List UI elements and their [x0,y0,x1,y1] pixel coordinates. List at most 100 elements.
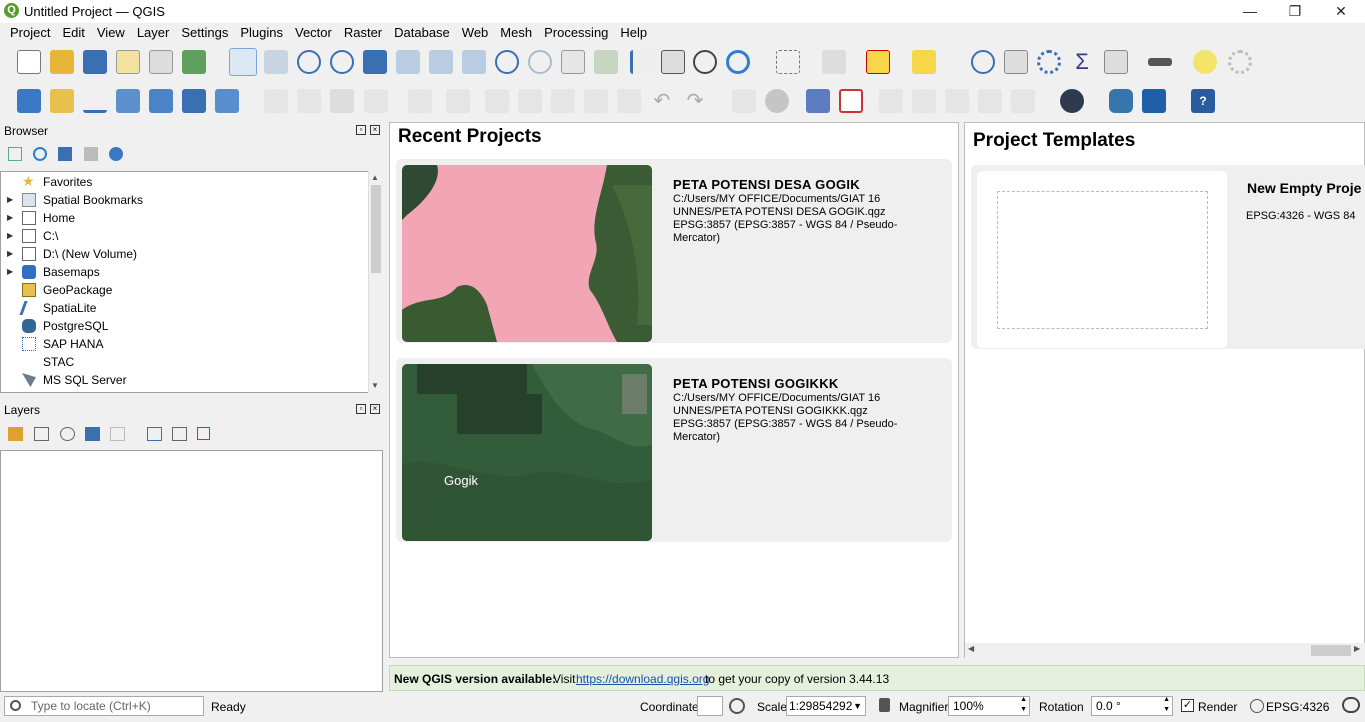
filter-legend-icon[interactable] [85,427,100,441]
lock-scale-icon[interactable] [879,698,890,712]
tree-item-geopackage[interactable]: GeoPackage [1,281,369,299]
filter-browser-icon[interactable] [58,147,72,161]
refresh-browser-icon[interactable] [33,147,47,161]
zoom-next-icon[interactable] [528,50,552,74]
expand-arrow-icon[interactable]: ▶ [7,263,13,281]
new-mesh-layer-icon[interactable] [215,89,239,113]
locator-search-input[interactable]: Type to locate (Ctrl+K) [4,696,204,716]
plugin-gear-icon[interactable] [1228,50,1252,74]
scroll-left-icon[interactable]: ◀ [968,644,974,653]
float-panel-button[interactable]: ▫ [356,125,366,135]
tree-item-sap-hana[interactable]: SAP HANA [1,335,369,353]
new-project-icon[interactable] [17,50,41,74]
paste-features-icon[interactable] [617,89,641,113]
filter-expression-icon[interactable] [110,427,125,441]
refresh-icon[interactable] [726,50,750,74]
change-label-icon[interactable] [978,89,1002,113]
magnifier-spinbox[interactable]: 100% ▲ ▼ [948,696,1030,716]
delete-selected-icon[interactable] [518,89,542,113]
copy-features-icon[interactable] [584,89,608,113]
menu-vector[interactable]: Vector [289,23,338,43]
collapse-all-layers-icon[interactable] [172,427,187,441]
menu-settings[interactable]: Settings [175,23,234,43]
menu-mesh[interactable]: Mesh [494,23,538,43]
new-virtual-layer-icon[interactable] [149,89,173,113]
close-layers-panel-button[interactable]: × [370,404,380,414]
menu-project[interactable]: Project [4,23,56,43]
download-link[interactable]: https://download.qgis.org [576,672,709,686]
layout-manager-icon[interactable] [149,50,173,74]
crs-button[interactable]: EPSG:4326 [1266,700,1329,714]
recent-project-card[interactable]: Gogik PETA POTENSI GOGIKKK C:/Users/MY O… [396,358,952,542]
tree-item-spatial-bookmarks[interactable]: ▶ Spatial Bookmarks [1,191,369,209]
collapse-all-icon[interactable] [84,147,98,161]
scale-combobox[interactable]: 1:29854292 ▼ [786,696,866,716]
layer-styling-icon[interactable] [8,427,23,441]
coordinate-field[interactable] [697,696,723,716]
scroll-up-icon[interactable]: ▲ [371,173,379,182]
new-3d-map-view-icon[interactable] [594,50,618,74]
undo-icon[interactable]: ↶ [650,89,674,113]
zoom-full-icon[interactable] [363,50,387,74]
python-console-icon[interactable] [1109,89,1133,113]
expand-all-icon[interactable] [147,427,162,441]
new-map-view-icon[interactable] [561,50,585,74]
scroll-down-icon[interactable]: ▼ [371,381,379,390]
messages-icon[interactable] [1342,697,1360,713]
select-features-icon[interactable] [776,50,800,74]
zoom-last-icon[interactable] [495,50,519,74]
properties-info-icon[interactable] [109,147,123,161]
new-geopackage-icon[interactable] [50,89,74,113]
float-layers-panel-button[interactable]: ▫ [356,404,366,414]
label-tool-icon[interactable] [732,89,756,113]
statistics-sum-icon[interactable]: Σ [1070,50,1094,74]
digitize-line-icon[interactable] [364,89,388,113]
tree-item-stac[interactable]: STAC [1,353,369,371]
new-print-layout-icon[interactable] [116,50,140,74]
unplaced-labels-icon[interactable] [839,89,863,113]
help-icon[interactable]: ? [1191,89,1215,113]
close-panel-button[interactable]: × [370,125,380,135]
tree-item-d-drive[interactable]: ▶ D:\ (New Volume) [1,245,369,263]
georeferencer-globe-icon[interactable] [1060,89,1084,113]
vertex-tool-icon[interactable] [408,89,432,113]
scroll-right-icon[interactable]: ▶ [1354,644,1360,653]
edit-attributes-icon[interactable] [485,89,509,113]
expand-arrow-icon[interactable]: ▶ [7,191,13,209]
browser-tree[interactable]: ★ Favorites ▶ Spatial Bookmarks ▶ Home ▶ C:\… [0,171,383,393]
maximize-button[interactable]: ❐ [1272,0,1318,23]
cut-features-icon[interactable] [551,89,575,113]
menu-raster[interactable]: Raster [338,23,388,43]
scroll-thumb[interactable] [371,185,381,273]
scroll-thumb[interactable] [1311,645,1351,656]
menu-view[interactable]: View [91,23,131,43]
tree-item-mssql[interactable]: MS SQL Server [1,371,369,389]
menu-plugins[interactable]: Plugins [234,23,289,43]
expand-arrow-icon[interactable]: ▶ [7,227,13,245]
zoom-in-icon[interactable] [297,50,321,74]
temporal-controller-icon[interactable] [693,50,717,74]
modify-attributes-icon[interactable] [446,89,470,113]
tree-item-c-drive[interactable]: ▶ C:\ [1,227,369,245]
pan-map-icon[interactable] [229,48,257,76]
add-selected-layers-icon[interactable] [8,147,22,161]
open-project-icon[interactable] [50,50,74,74]
remove-layer-icon[interactable] [197,427,210,440]
show-hide-labels-icon[interactable] [912,89,936,113]
expand-arrow-icon[interactable]: ▶ [7,245,13,263]
add-group-icon[interactable] [34,427,49,441]
browser-scrollbar[interactable]: ▲ ▼ [368,171,383,393]
save-project-icon[interactable] [83,50,107,74]
zoom-to-layer-icon[interactable] [429,50,453,74]
menu-processing[interactable]: Processing [538,23,614,43]
templates-hscrollbar[interactable]: ◀ ▶ [965,643,1365,658]
manage-visibility-icon[interactable] [60,427,75,441]
toolbox-gear-icon[interactable] [1037,50,1061,74]
toggle-editing-icon[interactable] [297,89,321,113]
zoom-native-icon[interactable] [462,50,486,74]
current-edits-icon[interactable] [264,89,288,113]
recent-project-card[interactable]: PETA POTENSI DESA GOGIK C:/Users/MY OFFI… [396,159,952,343]
move-label-icon[interactable] [879,89,903,113]
new-temporary-layer-icon[interactable] [182,89,206,113]
menu-database[interactable]: Database [388,23,456,43]
